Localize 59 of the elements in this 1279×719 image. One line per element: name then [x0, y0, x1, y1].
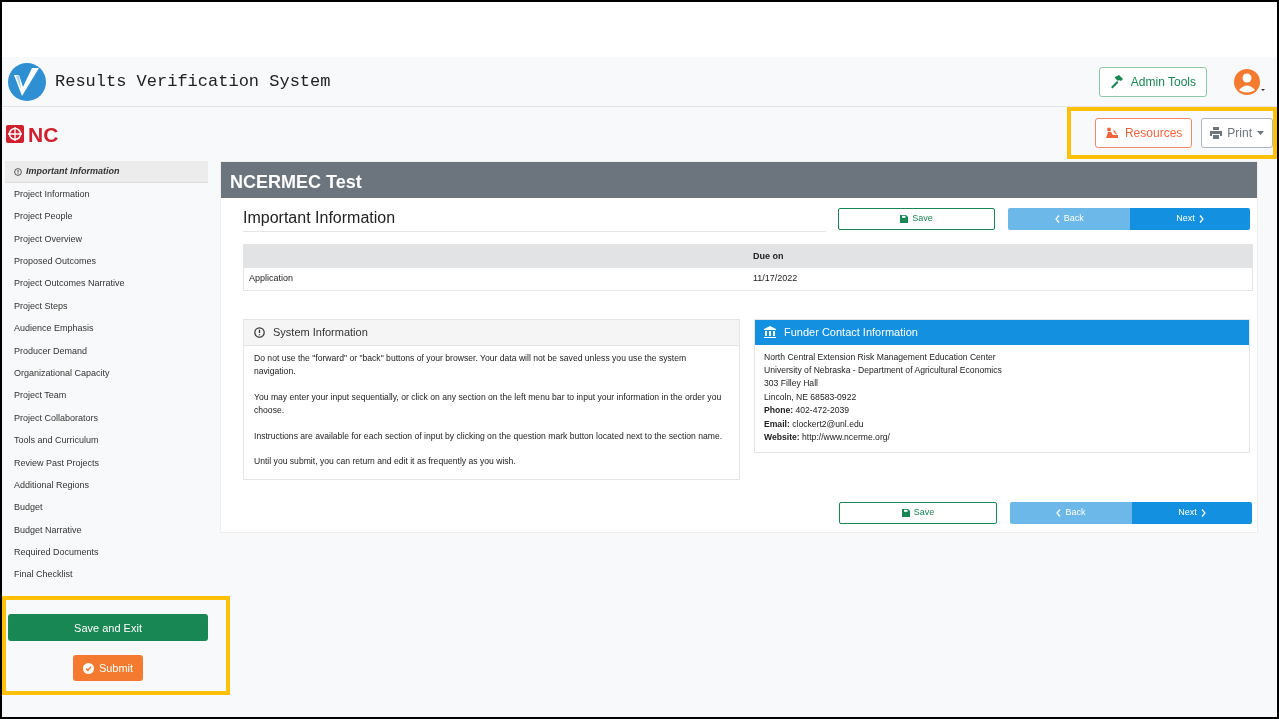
contact-line: North Central Extension Risk Management Education Center: [764, 350, 997, 364]
sidebar-item[interactable]: Review Past Projects: [5, 452, 208, 475]
admin-tools-button[interactable]: Admin Tools: [1098, 66, 1207, 97]
sidebar-item[interactable]: Organizational Capacity: [5, 362, 208, 385]
table-cell: 11/17/2022: [753, 273, 798, 283]
worker-icon: [1104, 127, 1119, 139]
sidebar-item[interactable]: Audience Emphasis: [5, 317, 208, 341]
table-cell: Application: [249, 273, 294, 283]
save-and-exit-button[interactable]: Save and Exit: [8, 614, 208, 642]
sidebar-item[interactable]: Project Outcomes Narrative: [5, 272, 208, 296]
caret-icon: [1257, 131, 1264, 135]
page-title: NCERMEC Test: [221, 162, 1257, 198]
chevron-left-icon: [1054, 215, 1060, 223]
sidebar-item[interactable]: Budget: [5, 496, 208, 520]
card-header: System Information: [244, 320, 739, 346]
paragraph: Instructions are available for each section of input by clicking on the question mark button located next to the section name.: [254, 429, 724, 443]
contact-line: Website: http://www.ncerme.org/: [764, 430, 891, 444]
sidebar-item[interactable]: Tools and Curriculum: [5, 429, 208, 453]
chevron-left-icon: [1056, 508, 1062, 517]
save-button[interactable]: Save: [837, 208, 996, 230]
sidebar-item[interactable]: Additional Regions: [5, 474, 208, 497]
contact-line: Email: clockert2@unl.edu: [764, 417, 865, 431]
alert-icon: [254, 326, 265, 338]
print-button[interactable]: Print: [1201, 118, 1273, 148]
card-header: Funder Contact Information: [755, 320, 1249, 345]
sidebar-item[interactable]: Final Checklist: [5, 564, 208, 587]
sidebar-item[interactable]: Project People: [5, 205, 208, 229]
contact-line: Phone: 402-472-2039: [764, 404, 851, 418]
contact-line: University of Nebraska - Department of Agricultural Economics: [764, 363, 1003, 377]
user-avatar-icon[interactable]: [1233, 67, 1265, 96]
column-header: Due on: [753, 250, 784, 261]
app-title: Results Verification System: [55, 70, 331, 93]
sidebar-item[interactable]: Required Documents: [5, 541, 208, 565]
info-icon: [14, 167, 22, 176]
paragraph: Do not use the "forward" or "back" buttons of your browser. Your data will not be saved unless you use the system navigation.: [254, 351, 688, 378]
chevron-right-icon: [1198, 215, 1204, 223]
sidebar-item[interactable]: Project Steps: [5, 295, 208, 318]
sidebar-item[interactable]: Proposed Outcomes: [5, 250, 208, 273]
sidebar-item[interactable]: Project Team: [5, 384, 208, 408]
sidebar-item[interactable]: Important Information: [5, 161, 208, 184]
section-title: Important Information: [243, 206, 826, 232]
contact-line: 303 Filley Hall: [764, 377, 819, 391]
contact-line: Lincoln, NE 68583-0922: [764, 390, 858, 404]
sidebar-item[interactable]: Project Collaborators: [5, 407, 208, 430]
check-circle-icon: [82, 662, 94, 674]
paragraph: You may enter your input sequentially, or click on any section on the left menu bar to input your information in the order you choose.: [254, 390, 723, 417]
chevron-right-icon: [1200, 508, 1206, 517]
sidebar-item[interactable]: Project Overview: [5, 228, 208, 251]
paragraph: Until you submit, you can return and edit it as frequently as you wish.: [254, 455, 517, 468]
sidebar-item[interactable]: Project Information: [5, 183, 208, 206]
app-logo: [8, 62, 46, 101]
sidebar-item[interactable]: Budget Narrative: [5, 519, 208, 542]
hammer-icon: [1109, 74, 1124, 89]
bank-icon: [764, 326, 776, 339]
org-logo-icon: [6, 125, 24, 143]
printer-icon: [1210, 127, 1223, 139]
save-button[interactable]: Save: [839, 501, 997, 524]
org-logo-text: NC: [28, 123, 59, 145]
sidebar-item[interactable]: Producer Demand: [5, 340, 208, 363]
